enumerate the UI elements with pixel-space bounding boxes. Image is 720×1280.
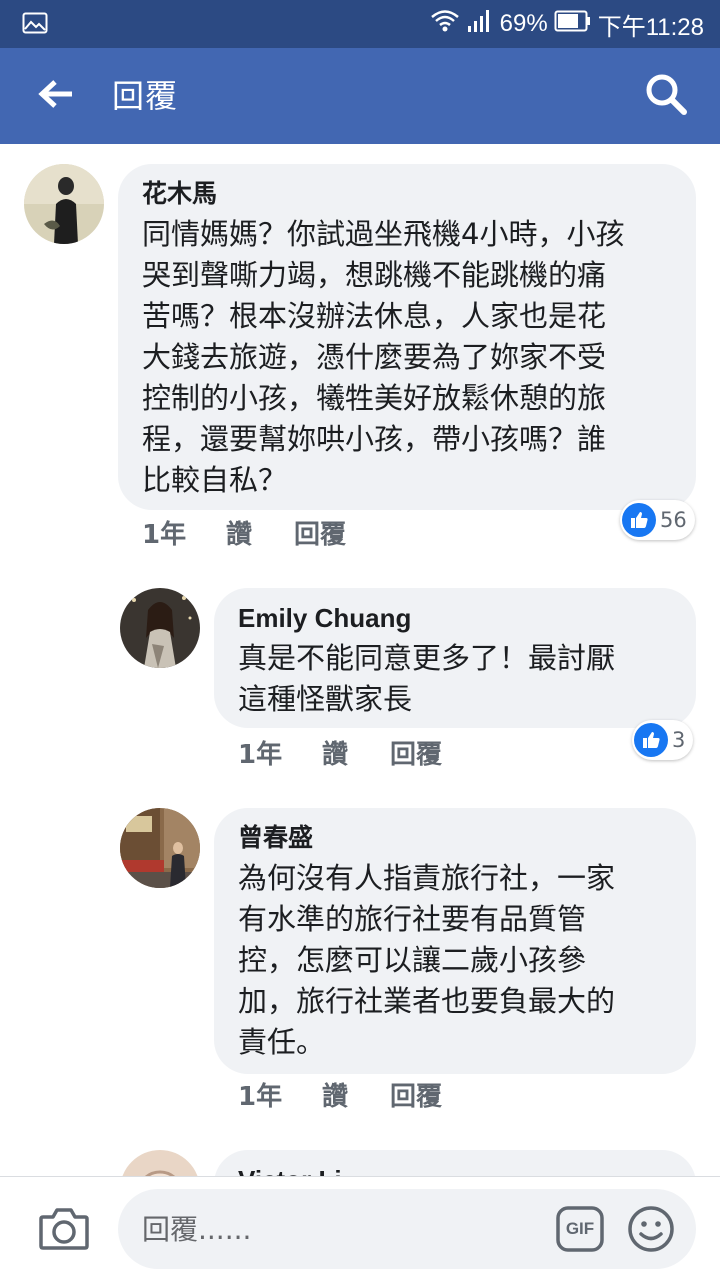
- camera-button[interactable]: [38, 1205, 90, 1253]
- comment-item: 曾春盛 為何沒有人指責旅行社，一家 有水準的旅行社要有品質管 控，怎麼可以讓二歲…: [0, 804, 720, 1112]
- like-button[interactable]: 讚: [226, 514, 294, 551]
- reaction-count[interactable]: 56: [620, 500, 695, 540]
- comment-text-line: 程，還要幫妳哄小孩，帶小孩嗎？誰: [142, 422, 607, 456]
- comment-text-line: 為何沒有人指責旅行社，一家: [238, 861, 616, 895]
- battery-percent: 69%: [499, 10, 548, 37]
- comment-text-line: 有水準的旅行社要有品質管: [238, 902, 587, 936]
- comment-timestamp: 1年: [238, 740, 283, 770]
- comment-timestamp: 1年: [142, 520, 187, 550]
- emoji-icon: [626, 1206, 676, 1258]
- reply-composer: GIF: [0, 1176, 720, 1280]
- like-button[interactable]: 讚: [322, 734, 390, 771]
- camera-icon: [38, 1208, 90, 1257]
- reply-input[interactable]: [118, 1189, 696, 1269]
- comment-text-line: 這種怪獸家長: [238, 682, 413, 716]
- gif-button[interactable]: GIF: [555, 1205, 605, 1253]
- comment-item: Emily Chuang 真是不能同意更多了！最討厭 這種怪獸家長 3 1年 讚…: [0, 584, 720, 784]
- comment-bubble[interactable]: 花木馬 同情媽媽？你試過坐飛機4小時，小孩 哭到聲嘶力竭，想跳機不能跳機的痛 苦…: [118, 164, 696, 510]
- arrow-left-icon: [38, 79, 74, 113]
- comment-author[interactable]: Emily Chuang: [238, 602, 674, 634]
- comment-bubble[interactable]: 曾春盛 為何沒有人指責旅行社，一家 有水準的旅行社要有品質管 控，怎麼可以讓二歲…: [214, 808, 696, 1074]
- comment-text: 為何沒有人指責旅行社，一家 有水準的旅行社要有品質管 控，怎麼可以讓二歲小孩參 …: [238, 858, 674, 1063]
- comment-text-line: 真是不能同意更多了！最討厭: [238, 641, 616, 675]
- comment-actions: 1年 讚 回覆: [142, 514, 346, 551]
- reply-button[interactable]: 回覆: [390, 1076, 442, 1113]
- reaction-count-number: 56: [660, 508, 687, 532]
- comment-item: 花木馬 同情媽媽？你試過坐飛機4小時，小孩 哭到聲嘶力竭，想跳機不能跳機的痛 苦…: [0, 144, 720, 564]
- comment-text: 真是不能同意更多了！最討厭 這種怪獸家長: [238, 638, 674, 720]
- comment-text-line: 責任。: [238, 1025, 326, 1059]
- comment-author[interactable]: Victor Li: [238, 1164, 674, 1176]
- back-button[interactable]: [30, 72, 82, 120]
- comment-text-line: 控制的小孩，犧牲美好放鬆休憩的旅: [142, 381, 607, 415]
- status-bar: 69% 下午11:28: [0, 0, 720, 48]
- search-icon: [644, 72, 688, 120]
- gif-label: GIF: [565, 1219, 595, 1238]
- thumbs-up-icon: [634, 723, 668, 757]
- thumbs-up-icon: [622, 503, 656, 537]
- comment-list: 花木馬 同情媽媽？你試過坐飛機4小時，小孩 哭到聲嘶力竭，想跳機不能跳機的痛 苦…: [0, 144, 720, 1176]
- reply-button[interactable]: 回覆: [294, 514, 346, 551]
- comment-timestamp: 1年: [238, 1082, 283, 1112]
- clock: 下午11:28: [597, 13, 704, 41]
- wifi-icon: [430, 8, 460, 41]
- app-bar: 回覆: [0, 48, 720, 144]
- comment-author[interactable]: 曾春盛: [238, 822, 674, 854]
- comment-text-line: 比較自私？: [142, 463, 288, 497]
- signal-icon: [466, 8, 494, 41]
- comment-bubble[interactable]: Emily Chuang 真是不能同意更多了！最討厭 這種怪獸家長: [214, 588, 696, 728]
- page-title: 回覆: [112, 77, 179, 115]
- comment-text-line: 加，旅行社業者也要負最大的: [238, 984, 616, 1018]
- avatar[interactable]: [120, 1150, 200, 1176]
- emoji-button[interactable]: [626, 1204, 676, 1254]
- avatar[interactable]: [120, 588, 200, 668]
- comment-text: 同情媽媽？你試過坐飛機4小時，小孩 哭到聲嘶力竭，想跳機不能跳機的痛 苦嗎？根本…: [142, 214, 674, 501]
- comment-bubble[interactable]: Victor Li: [214, 1150, 696, 1176]
- comment-author[interactable]: 花木馬: [142, 178, 674, 210]
- image-icon: [22, 12, 48, 34]
- comment-text-line: 大錢去旅遊，憑什麼要為了妳家不受: [142, 340, 607, 374]
- comment-text-line: 同情媽媽？你試過坐飛機4小時，小孩: [142, 217, 625, 251]
- avatar[interactable]: [120, 808, 200, 888]
- comment-text-line: 苦嗎？根本沒辦法休息，人家也是花: [142, 299, 607, 333]
- comment-text-line: 哭到聲嘶力竭，想跳機不能跳機的痛: [142, 258, 607, 292]
- comment-actions: 1年 讚 回覆: [238, 1076, 442, 1113]
- reaction-count-number: 3: [672, 728, 686, 752]
- comment-text-line: 控，怎麼可以讓二歲小孩參: [238, 943, 587, 977]
- avatar[interactable]: [24, 164, 104, 244]
- comment-item: Victor Li: [0, 1150, 720, 1176]
- search-button[interactable]: [640, 70, 692, 122]
- reaction-count[interactable]: 3: [632, 720, 694, 760]
- comment-actions: 1年 讚 回覆: [238, 734, 442, 771]
- battery-icon: [554, 10, 592, 39]
- like-button[interactable]: 讚: [322, 1076, 390, 1113]
- reply-button[interactable]: 回覆: [390, 734, 442, 771]
